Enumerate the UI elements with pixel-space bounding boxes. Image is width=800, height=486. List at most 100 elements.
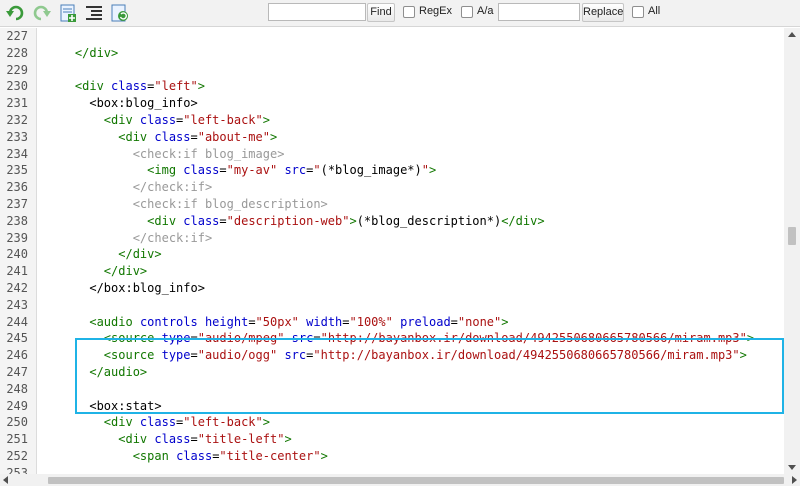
replace-all-label: All — [648, 5, 661, 17]
regex-checkbox[interactable] — [403, 6, 415, 18]
find-button[interactable]: Find — [367, 3, 395, 22]
code-token: </div> — [103, 264, 148, 279]
replace-input[interactable] — [498, 3, 580, 21]
code-line[interactable]: <div class="left-back"> — [46, 112, 270, 128]
match-case-checkbox[interactable] — [461, 6, 473, 18]
replace-button[interactable]: Replace — [582, 3, 624, 22]
format-icon[interactable] — [84, 4, 104, 22]
code-token: "http://bayanbox.ir/download/49425506806… — [320, 331, 747, 346]
code-token: = — [313, 331, 321, 346]
code-token: class — [183, 163, 220, 178]
code-token: "description-web" — [226, 213, 350, 228]
replace-all-checkbox[interactable] — [632, 6, 644, 18]
code-token: > — [501, 314, 509, 329]
code-line[interactable]: </div> — [46, 263, 147, 279]
find-input[interactable] — [268, 3, 366, 21]
vertical-scrollbar[interactable] — [784, 28, 800, 474]
code-token: src — [291, 331, 314, 346]
code-token: src — [284, 163, 307, 178]
code-token: > — [739, 348, 747, 363]
code-token: class — [111, 79, 148, 94]
code-line[interactable]: <box:blog_info> — [46, 95, 198, 111]
code-token: <box:stat> — [89, 398, 162, 413]
code-token: "audio/ogg" — [197, 348, 278, 363]
code-token: <source — [103, 331, 162, 346]
code-token: = — [219, 163, 227, 178]
code-token: </audio> — [89, 365, 148, 379]
code-token: type — [161, 331, 191, 346]
code-line[interactable]: <source type="audio/ogg" src="http://bay… — [46, 347, 747, 363]
code-line[interactable]: </audio> — [46, 364, 147, 380]
code-token: preload — [400, 314, 451, 329]
vertical-scroll-thumb[interactable] — [788, 227, 796, 245]
code-token: <div — [103, 113, 140, 127]
scroll-right-icon[interactable] — [792, 476, 797, 484]
redo-icon[interactable] — [31, 4, 51, 22]
code-line[interactable]: </div> — [46, 246, 162, 262]
line-number: 247 — [6, 365, 28, 379]
code-token: = — [190, 432, 198, 447]
new-document-icon[interactable] — [58, 4, 78, 22]
horizontal-scroll-thumb[interactable] — [48, 477, 784, 484]
code-token: </box:blog_info> — [89, 281, 205, 295]
code-line[interactable]: <span class="title-center"> — [46, 448, 328, 464]
undo-icon[interactable] — [6, 4, 26, 22]
code-line[interactable]: <div class="left-back"> — [46, 414, 270, 430]
code-line[interactable]: <audio controls height="50px" width="100… — [46, 314, 509, 330]
code-line[interactable]: <div class="description-web">(*blog_desc… — [46, 213, 544, 229]
code-token: <div — [118, 432, 155, 447]
code-line[interactable]: </box:blog_info> — [46, 280, 205, 296]
code-token: (*blog_image*) — [320, 163, 422, 178]
code-line[interactable]: </check:if> — [46, 230, 212, 246]
code-token: "my-av" — [226, 163, 278, 178]
code-token: src — [284, 348, 307, 363]
code-token: <div — [118, 129, 155, 144]
code-token: </div> — [118, 247, 162, 262]
code-line[interactable]: <source type="audio/mpeg" src="http://ba… — [46, 330, 754, 346]
line-number: 240 — [6, 247, 28, 262]
code-token: <source — [103, 348, 162, 363]
code-line[interactable]: <div class="title-left"> — [46, 431, 291, 447]
code-line[interactable]: </check:if> — [46, 179, 212, 195]
code-line[interactable]: <div class="left"> — [46, 78, 205, 94]
code-line[interactable]: <check:if blog_description> — [46, 196, 328, 212]
code-token: > — [320, 449, 328, 463]
code-line[interactable]: <check:if blog_image> — [46, 146, 285, 162]
code-line[interactable]: <img class="my-av" src="(*blog_image*)"> — [46, 162, 436, 178]
line-number: 244 — [6, 314, 28, 329]
code-editor[interactable]: 227 228 229 230 231 232 233 234 235 236 237 238 239 2… — [0, 28, 800, 486]
code-token: <div — [103, 415, 140, 430]
code-token: > — [349, 213, 357, 228]
code-area[interactable]: </div> <div class="left"> <box:blog_info… — [37, 28, 784, 474]
code-token: class — [154, 129, 191, 144]
refresh-icon[interactable] — [110, 4, 130, 22]
code-token: "none" — [457, 314, 502, 329]
line-number: 236 — [6, 180, 28, 195]
horizontal-scrollbar[interactable] — [0, 474, 800, 486]
code-line[interactable]: </div> — [46, 45, 118, 61]
scroll-up-icon[interactable] — [788, 32, 796, 37]
code-token: <box:blog_info> — [89, 96, 198, 111]
code-token: > — [262, 415, 270, 430]
scroll-down-icon[interactable] — [788, 465, 796, 470]
code-token: <check:if blog_description> — [132, 197, 328, 211]
line-number: 227 — [6, 29, 28, 43]
code-line[interactable]: <div class="about-me"> — [46, 129, 277, 145]
line-number: 241 — [6, 264, 28, 279]
line-number: 234 — [6, 146, 28, 161]
code-line[interactable]: <box:stat> — [46, 398, 162, 414]
scroll-left-icon[interactable] — [3, 476, 8, 484]
code-token: = — [342, 314, 350, 329]
